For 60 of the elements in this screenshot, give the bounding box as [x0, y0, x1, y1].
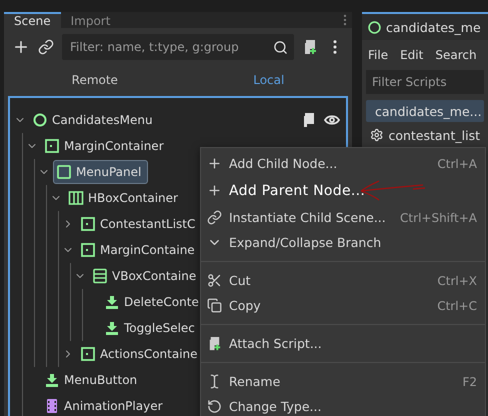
- tree-item[interactable]: MarginContaine: [77, 238, 202, 262]
- shortcut: Ctrl+X: [437, 274, 477, 288]
- filter-field[interactable]: Filter: name, t:type, g:group: [62, 34, 294, 60]
- button-node-icon: [104, 294, 120, 310]
- script-item[interactable]: contestant_list: [366, 124, 484, 146]
- mode-tab[interactable]: Local: [247, 72, 290, 88]
- button-node-icon: [104, 320, 120, 336]
- menu-item[interactable]: Rename F2: [201, 369, 485, 394]
- mode-tab[interactable]: Remote: [66, 72, 124, 88]
- scissors-icon: [207, 273, 222, 288]
- rows-icon: [92, 268, 108, 284]
- container-icon: [44, 138, 60, 154]
- menu-item[interactable]: Expand/Collapse Branch: [201, 230, 485, 255]
- tree-item[interactable]: ContestantListC: [77, 212, 202, 236]
- filter-scripts-field[interactable]: Filter Scripts: [366, 70, 484, 94]
- copy-icon: [207, 298, 222, 313]
- plus-icon: [207, 156, 222, 171]
- menu-item[interactable]: Search: [435, 48, 477, 62]
- search-icon: [273, 40, 288, 54]
- button-node-icon: [44, 372, 60, 388]
- link-icon[interactable]: [38, 39, 54, 55]
- tree-item[interactable]: AnimationPlayer: [41, 394, 170, 416]
- gear-icon: [370, 128, 384, 142]
- tree-item[interactable]: MenuPanel: [53, 160, 148, 184]
- container-icon: [80, 242, 96, 258]
- shortcut: Ctrl+Shift+A: [400, 210, 477, 224]
- tree-item[interactable]: VBoxContaine: [89, 264, 204, 288]
- script-item[interactable]: candidates_me...: [366, 100, 484, 122]
- circle-icon: [32, 112, 48, 128]
- shortcut: F2: [462, 374, 477, 388]
- script-tab[interactable]: candidates_me: [362, 12, 488, 40]
- add-node-icon[interactable]: [12, 38, 30, 56]
- script-title: candidates_me: [386, 20, 481, 34]
- container-icon: [80, 346, 96, 362]
- menu-item[interactable]: Change Type...: [201, 394, 485, 416]
- link-icon: [207, 210, 222, 225]
- script-icon[interactable]: [302, 112, 316, 128]
- menu-item[interactable]: Add Child Node... Ctrl+A: [201, 151, 485, 176]
- menu-item[interactable]: Cut Ctrl+X: [201, 268, 485, 293]
- tree-item[interactable]: CandidatesMenu: [29, 108, 160, 132]
- columns-icon: [68, 190, 84, 206]
- menu-item[interactable]: Edit: [400, 48, 424, 62]
- menu-item[interactable]: Add Parent Node...: [201, 176, 485, 205]
- square-icon: [56, 164, 72, 180]
- rotate-icon: [207, 399, 222, 414]
- tree-item[interactable]: MarginContainer: [41, 134, 171, 158]
- menu-item[interactable]: Instantiate Child Scene... Ctrl+Shift+A: [201, 205, 485, 230]
- tree-item[interactable]: MenuButton: [41, 368, 144, 392]
- script-add-icon[interactable]: [302, 39, 318, 55]
- circle-icon: [368, 20, 381, 34]
- plus-icon: [207, 183, 222, 198]
- menu-item[interactable]: File: [368, 48, 388, 62]
- script-add-icon: [207, 336, 222, 351]
- tab[interactable]: Scene: [4, 12, 61, 28]
- shortcut: Ctrl+C: [437, 298, 477, 312]
- tree-item[interactable]: HBoxContainer: [65, 186, 185, 210]
- shortcut: Ctrl+A: [437, 156, 477, 170]
- tree-item[interactable]: ToggleSelec: [101, 316, 202, 340]
- tab[interactable]: Import: [60, 12, 120, 28]
- container-icon: [80, 216, 96, 232]
